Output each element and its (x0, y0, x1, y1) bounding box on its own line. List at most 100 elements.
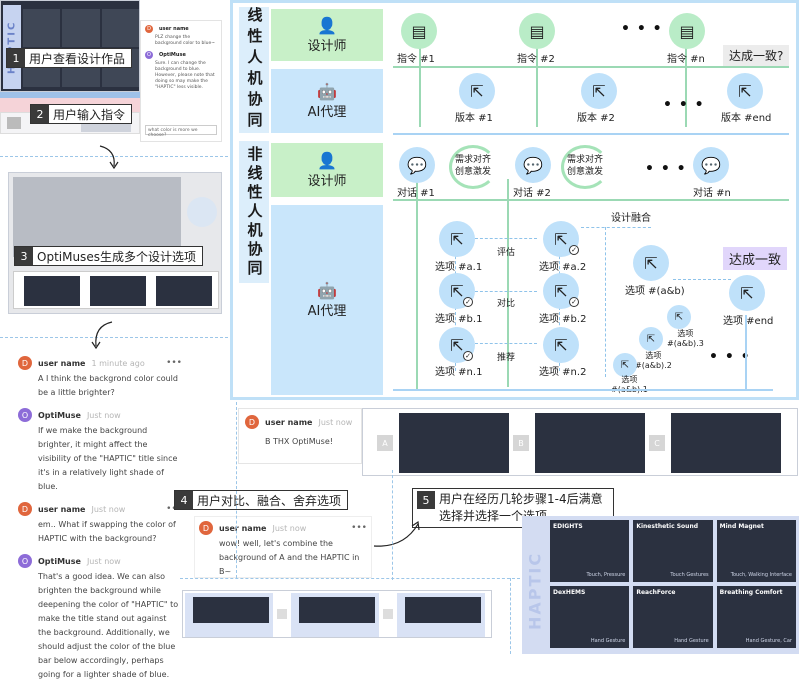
instruction-node-1[interactable]: ▤ (401, 13, 437, 49)
chat-text: That's a good idea. We can also brighten… (38, 572, 179, 679)
export-icon: ⇱ (470, 81, 484, 101)
label-line: 选项 (677, 329, 694, 338)
option-c-thumb[interactable] (156, 276, 212, 306)
option-thumb (405, 597, 481, 623)
instruction-label: 指令 #1 (397, 54, 435, 65)
version-node-2[interactable]: ⇱ (581, 73, 617, 109)
final-card[interactable]: EDIGHTS Touch, Pressure (550, 520, 630, 582)
fused-sub-node-2[interactable]: ⇱ (639, 327, 663, 351)
option-b-preview[interactable] (535, 413, 645, 473)
option-flow (475, 238, 537, 239)
chat-timestamp: Just now (86, 410, 121, 420)
instruction-node-n[interactable]: ▤ (669, 13, 705, 49)
dialogue-node-n[interactable]: 💬 (693, 147, 729, 183)
option-label: 选项 #a.2 (539, 262, 587, 273)
fused-sub-node-1[interactable]: ⇱ (613, 353, 637, 377)
avatar: O (18, 408, 32, 422)
option-b-thumb[interactable] (90, 276, 146, 306)
haptic-title-bar: HAPTIC (525, 551, 545, 631)
step-1-label: 1 用户查看设计作品 (6, 48, 133, 68)
check-icon: ✓ (569, 245, 579, 255)
fused-option-node[interactable]: ⇱ (633, 245, 669, 281)
option-preview[interactable] (185, 593, 273, 637)
refine-line: 需求对齐 (455, 155, 492, 165)
role-label: AI代理 (307, 304, 347, 319)
option-letter-c[interactable]: C (649, 435, 665, 451)
option-node-n2[interactable]: ⇱ (543, 327, 579, 363)
avatar: D (18, 502, 32, 516)
main-flow-line (416, 179, 418, 389)
export-icon: ⇱ (450, 281, 464, 301)
final-card[interactable]: Breathing Comfort Hand Gesture, Car (716, 586, 796, 648)
separator (510, 578, 511, 654)
option-a-preview[interactable] (399, 413, 509, 473)
version-node-1[interactable]: ⇱ (459, 73, 495, 109)
final-card[interactable]: ReachForce Hand Gesture (633, 586, 713, 648)
chat-message-header: D user name Just now (245, 415, 355, 429)
export-icon: ⇱ (450, 229, 464, 249)
message-icon: ▤ (529, 21, 545, 41)
option-a-thumb[interactable] (24, 276, 80, 306)
designer-role-nonlinear: 👤 设计师 (271, 143, 383, 197)
avatar: O (18, 554, 32, 568)
step-text: 用户查看设计作品 (29, 51, 126, 66)
fused-sub-label: 选项 #(a&b).2 (635, 351, 672, 371)
chat-text: PLZ change the background color to blue~ (155, 35, 216, 46)
chat-message: D user name (145, 25, 217, 33)
dialogue-label: 对话 #n (693, 188, 731, 199)
more-icon[interactable]: ••• (351, 523, 367, 533)
design-options-preview (8, 172, 222, 314)
chat-input[interactable]: what color is more we choose? (145, 125, 217, 138)
separator (180, 578, 520, 579)
final-card[interactable]: Kinesthetic Sound Touch Gestures (633, 520, 713, 582)
export-icon: ⇱ (450, 335, 464, 355)
card-title: DexHEMS (553, 589, 586, 596)
option-label: 选项 #b.1 (435, 314, 483, 325)
combined-options-strip (182, 590, 492, 638)
chat-timestamp: Just now (91, 504, 126, 514)
option-separator (277, 609, 287, 619)
dialogue-node-1[interactable]: 💬 (399, 147, 435, 183)
version-node-end[interactable]: ⇱ (727, 73, 763, 109)
designer-role-linear: 👤 设计师 (271, 9, 383, 61)
option-c-preview[interactable] (671, 413, 781, 473)
chat-text: em.. What if swapping the color of HAPTI… (38, 520, 176, 543)
card-sub: Touch Gestures (670, 572, 709, 578)
export-icon: ⇱ (674, 311, 684, 323)
designer-timeline (393, 66, 789, 68)
refine-label: 需求对齐 创意激发 (455, 154, 491, 178)
dialogue-node-2[interactable]: 💬 (515, 147, 551, 183)
more-icon[interactable]: ••• (166, 358, 182, 368)
chat-username: OptiMuse (38, 410, 81, 420)
separator (236, 402, 237, 578)
message-icon: ▤ (411, 21, 427, 41)
instruction-node-2[interactable]: ▤ (519, 13, 555, 49)
nonlinear-collab-title: 非线性人机协同 (239, 141, 269, 283)
flow-arrow (99, 145, 119, 170)
chat-username: user name (159, 26, 189, 32)
export-icon: ⇱ (644, 253, 658, 273)
option-flow (475, 343, 537, 344)
card-sub: Touch, Pressure (586, 572, 626, 578)
final-card[interactable]: DexHEMS Hand Gesture (550, 586, 630, 648)
ai-agent-role-linear: 🤖 AI代理 (271, 69, 383, 133)
option-letter-a[interactable]: A (377, 435, 393, 451)
chat-username: OptiMuse (38, 556, 81, 566)
card-sub: Hand Gesture (674, 638, 709, 644)
final-card[interactable]: Mind Magnet Touch, Walking Interface (716, 520, 796, 582)
version-label: 版本 #1 (455, 113, 493, 124)
check-icon: ✓ (569, 297, 579, 307)
option-end-node[interactable]: ⇱ (729, 275, 765, 311)
chat-text: B THX OptiMuse! (265, 437, 333, 446)
option-preview[interactable] (397, 593, 485, 637)
options-comparison-strip: A B C (362, 408, 798, 476)
option-letter-b[interactable]: B (513, 435, 529, 451)
fused-sub-node-3[interactable]: ⇱ (667, 305, 691, 329)
step-number: 1 (7, 49, 25, 67)
option-node-a1[interactable]: ⇱ (439, 221, 475, 257)
chat-message: O OptiMuse (145, 51, 217, 59)
message-icon: ▤ (679, 21, 695, 41)
fused-sub-label: 选项#(a&b).1 (611, 375, 648, 395)
refine-line: 创意激发 (455, 167, 492, 177)
option-preview[interactable] (291, 593, 379, 637)
